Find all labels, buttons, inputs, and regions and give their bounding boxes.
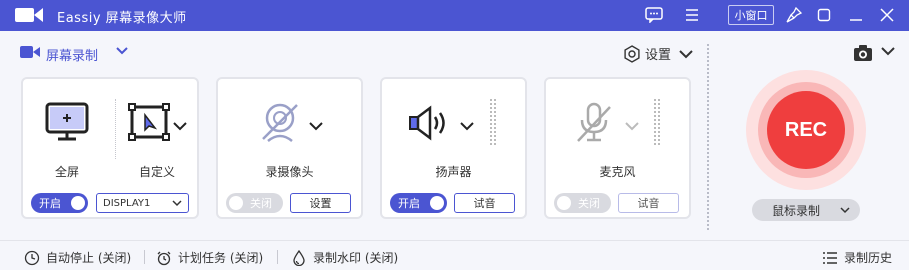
settings-button[interactable]: 设置	[623, 44, 695, 63]
title-bar: Eassiy 屏幕录像大师 小窗口	[0, 0, 909, 31]
chevron-down-icon[interactable]	[308, 119, 324, 133]
toggle-label: 关闭	[578, 197, 600, 210]
display-select-value: DISPLAY1	[103, 197, 151, 209]
app-logo-icon	[15, 8, 43, 22]
speaker-toggle[interactable]: 开启	[390, 193, 447, 213]
camera-settings-button[interactable]: 设置	[290, 193, 351, 213]
maximize-icon[interactable]	[814, 5, 834, 25]
auto-stop-button[interactable]: 自动停止 (关闭)	[24, 249, 131, 266]
settings-label: 设置	[645, 48, 672, 63]
list-icon	[823, 251, 837, 264]
mode-row: 屏幕录制 设置	[0, 32, 909, 72]
chevron-down-icon[interactable]	[624, 119, 640, 133]
toggle-label: 关闭	[250, 197, 272, 210]
toggle-label: 开启	[39, 197, 61, 210]
chevron-down-icon	[840, 207, 850, 214]
footer-separator	[277, 250, 278, 264]
record-history-button[interactable]: 录制历史	[822, 249, 892, 266]
custom-label: 自定义	[138, 165, 175, 179]
volume-meter	[494, 99, 506, 147]
camera-toggle[interactable]: 关闭	[226, 193, 283, 213]
chevron-down-icon[interactable]	[114, 44, 130, 58]
webcam-disabled-icon[interactable]	[258, 101, 302, 145]
microphone-label: 麦克风	[599, 165, 636, 179]
gear-icon	[624, 44, 640, 63]
microphone-disabled-icon[interactable]	[574, 101, 614, 145]
vertical-divider	[707, 44, 709, 230]
mini-window-button[interactable]: 小窗口	[728, 5, 774, 25]
display-select[interactable]: DISPLAY1	[96, 193, 189, 213]
full-screen-icon[interactable]	[45, 101, 89, 143]
separator	[115, 99, 116, 159]
schedule-task-button[interactable]: 计划任务 (关闭)	[156, 249, 263, 266]
auto-stop-label: 自动停止 (关闭)	[46, 251, 132, 265]
alarm-clock-icon	[157, 251, 171, 265]
mouse-record-label: 鼠标录制	[772, 203, 821, 218]
video-camera-icon	[20, 46, 40, 58]
footer-bar: 自动停止 (关闭) 计划任务 (关闭) 录制水印 (关闭) 录制历史	[0, 240, 909, 270]
screen-card: 全屏 自定义 开启 DISPLAY1	[21, 77, 199, 219]
chevron-down-icon[interactable]	[880, 44, 896, 58]
footer-separator	[144, 250, 145, 264]
rec-ring: REC	[746, 70, 866, 190]
watermark-label: 录制水印 (关闭)	[313, 251, 399, 265]
schedule-task-label: 计划任务 (关闭)	[178, 251, 264, 265]
speaker-icon[interactable]	[408, 105, 456, 141]
volume-meter	[658, 99, 670, 147]
custom-region-icon[interactable]	[128, 103, 170, 141]
toggle-knob	[430, 196, 444, 210]
speaker-card: 扬声器 开启 试音	[380, 77, 527, 219]
clock-icon	[24, 250, 40, 265]
watermark-button[interactable]: 录制水印 (关闭)	[291, 249, 398, 266]
full-screen-label: 全屏	[54, 165, 79, 179]
camera-label: 录摄像头	[265, 165, 314, 179]
chevron-down-icon[interactable]	[172, 119, 188, 133]
rec-ring-inner: REC	[758, 82, 854, 178]
menu-icon[interactable]	[682, 5, 702, 25]
speaker-test-button[interactable]: 试音	[454, 193, 515, 213]
pin-icon[interactable]	[784, 5, 804, 25]
rec-button[interactable]: REC	[767, 91, 845, 169]
chevron-down-icon	[679, 49, 693, 58]
toggle-knob	[229, 196, 243, 210]
speaker-label: 扬声器	[435, 165, 472, 179]
app-title: Eassiy 屏幕录像大师	[57, 11, 187, 26]
toggle-knob	[557, 196, 571, 210]
microphone-toggle[interactable]: 关闭	[554, 193, 611, 213]
screen-toggle[interactable]: 开启	[31, 193, 88, 213]
chevron-down-icon	[172, 200, 182, 207]
close-icon[interactable]	[877, 5, 897, 25]
toggle-knob	[71, 196, 85, 210]
record-history-label: 录制历史	[844, 251, 893, 265]
mouse-record-dropdown[interactable]: 鼠标录制	[752, 199, 860, 221]
microphone-card: 麦克风 关闭 试音	[544, 77, 691, 219]
snapshot-camera-icon[interactable]	[853, 44, 873, 62]
camera-card: 录摄像头 关闭 设置	[216, 77, 363, 219]
minimize-icon[interactable]	[846, 5, 866, 25]
feedback-icon[interactable]	[644, 5, 664, 25]
mode-selector-label[interactable]: 屏幕录制	[46, 45, 98, 64]
chevron-down-icon[interactable]	[459, 119, 475, 133]
toggle-label: 开启	[398, 197, 420, 210]
water-drop-icon	[293, 249, 305, 266]
microphone-test-button[interactable]: 试音	[618, 193, 679, 213]
